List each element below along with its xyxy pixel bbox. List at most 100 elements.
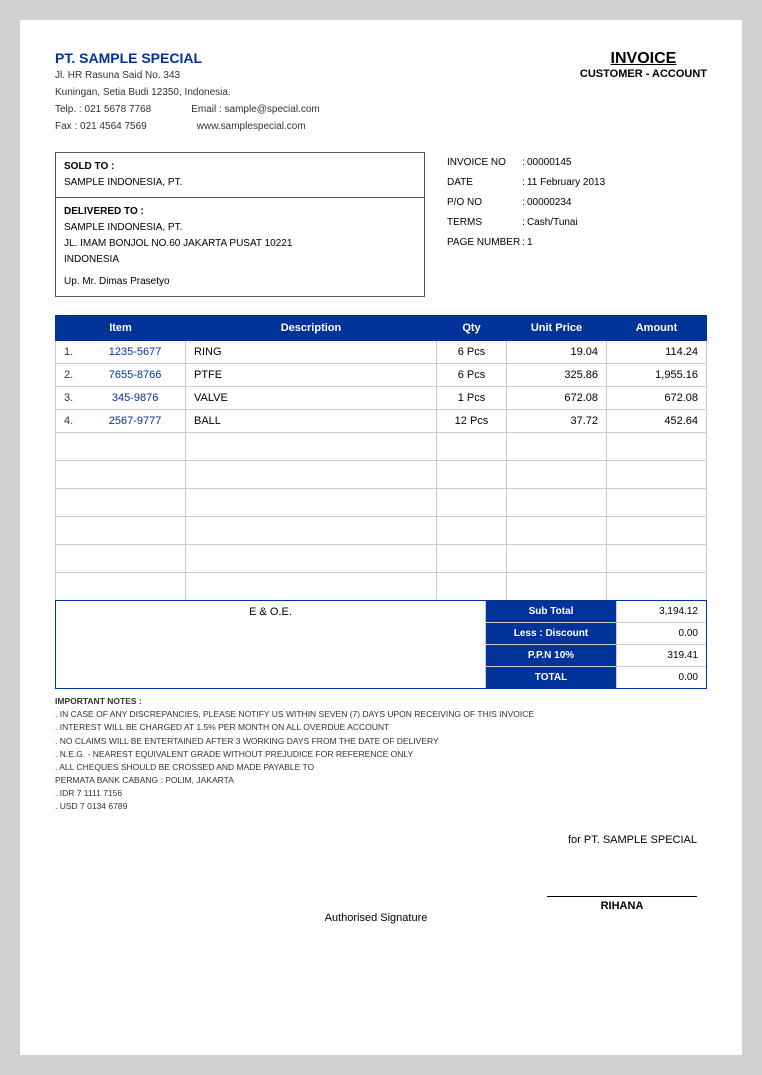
ppn-value: 319.41 — [616, 645, 706, 666]
po-label: P/O NO — [447, 194, 520, 212]
empty-price — [507, 461, 607, 489]
amount-cell: 672.08 — [607, 387, 707, 410]
empty-item — [56, 545, 186, 573]
signature-area: for PT. SAMPLE SPECIAL RIHANA Authorised… — [55, 834, 707, 924]
sold-to-box: SOLD TO : SAMPLE INDONESIA, PT. — [55, 152, 425, 198]
empty-item — [56, 517, 186, 545]
empty-desc — [186, 517, 437, 545]
table-row: 3. 345-9876 VALVE 1 Pcs 672.08 672.08 — [56, 387, 707, 410]
ppn-row: P.P.N 10% 319.41 — [486, 645, 706, 667]
notes-section: IMPORTANT NOTES : . IN CASE OF ANY DISCR… — [55, 695, 707, 814]
company-website: www.samplespecial.com — [197, 119, 306, 134]
item-cell: 1. 1235-5677 — [56, 341, 186, 364]
company-address2: Kuningan, Setia Budi 12350, Indonesia. — [55, 85, 707, 100]
item-number: 4. — [64, 415, 73, 427]
empty-amount — [607, 489, 707, 517]
empty-item — [56, 489, 186, 517]
unit-price-cell: 37.72 — [507, 410, 607, 433]
invoice-no-label: INVOICE NO — [447, 154, 520, 172]
col-header-unit-price: Unit Price — [507, 316, 607, 341]
colon1: : — [522, 154, 525, 172]
item-cell: 4. 2567-9777 — [56, 410, 186, 433]
note-line: . USD 7 0134 6789 — [55, 800, 707, 813]
po-value: 00000234 — [527, 194, 605, 212]
empty-row — [56, 517, 707, 545]
qty-cell: 1 Pcs — [437, 387, 507, 410]
empty-qty — [437, 461, 507, 489]
empty-amount — [607, 433, 707, 461]
terms-value: Cash/Tunai — [527, 214, 605, 232]
table-row: 4. 2567-9777 BALL 12 Pcs 37.72 452.64 — [56, 410, 707, 433]
address-section: SOLD TO : SAMPLE INDONESIA, PT. DELIVERE… — [55, 152, 707, 297]
signer-title: Authorised Signature — [55, 912, 697, 924]
empty-amount — [607, 573, 707, 601]
empty-price — [507, 433, 607, 461]
signer-name: RIHANA — [547, 896, 697, 912]
empty-qty — [437, 433, 507, 461]
empty-row — [56, 433, 707, 461]
empty-amount — [607, 461, 707, 489]
item-code: 1235-5677 — [109, 346, 162, 358]
delivered-to-box: DELIVERED TO : SAMPLE INDONESIA, PT. JL.… — [55, 198, 425, 297]
empty-amount — [607, 545, 707, 573]
empty-price — [507, 573, 607, 601]
sub-total-value: 3,194.12 — [616, 601, 706, 622]
amount-cell: 114.24 — [607, 341, 707, 364]
empty-row — [56, 573, 707, 601]
colon2: : — [522, 174, 525, 192]
empty-desc — [186, 545, 437, 573]
delivered-to-attn: Up. Mr. Dimas Prasetyo — [64, 274, 416, 290]
unit-price-cell: 672.08 — [507, 387, 607, 410]
col-header-amount: Amount — [607, 316, 707, 341]
signature-block: RIHANA Authorised Signature — [55, 896, 697, 924]
amount-cell: 1,955.16 — [607, 364, 707, 387]
total-row: TOTAL 0.00 — [486, 667, 706, 688]
invoice-title-block: INVOICE CUSTOMER - ACCOUNT — [580, 50, 707, 80]
col-header-item: Item — [56, 316, 186, 341]
invoice-title: INVOICE — [580, 50, 707, 68]
qty-cell: 6 Pcs — [437, 341, 507, 364]
totals-section: Sub Total 3,194.12 Less : Discount 0.00 … — [486, 601, 706, 688]
empty-qty — [437, 573, 507, 601]
unit-price-cell: 325.86 — [507, 364, 607, 387]
sold-to-name: SAMPLE INDONESIA, PT. — [64, 175, 416, 191]
total-label: TOTAL — [486, 667, 616, 688]
eoe-cell: E & O.E. — [56, 601, 486, 688]
amount-cell: 452.64 — [607, 410, 707, 433]
sub-total-label: Sub Total — [486, 601, 616, 622]
invoice-subtitle: CUSTOMER - ACCOUNT — [580, 68, 707, 80]
item-code: 7655-8766 — [109, 369, 162, 381]
unit-price-cell: 19.04 — [507, 341, 607, 364]
empty-qty — [437, 517, 507, 545]
colon4: : — [522, 214, 525, 232]
total-value: 0.00 — [616, 667, 706, 688]
note-line: . IDR 7 1111 7156 — [55, 787, 707, 800]
note-line: . IN CASE OF ANY DISCREPANCIES, PLEASE N… — [55, 708, 707, 721]
invoice-details: INVOICE NO : 00000145 DATE : 11 February… — [445, 152, 725, 297]
empty-desc — [186, 461, 437, 489]
item-code: 2567-9777 — [109, 415, 162, 427]
items-table: Item Description Qty Unit Price Amount 1… — [55, 315, 707, 601]
invoice-details-table: INVOICE NO : 00000145 DATE : 11 February… — [445, 152, 607, 254]
empty-desc — [186, 489, 437, 517]
delivered-to-label: DELIVERED TO : — [64, 204, 416, 220]
item-code: 345-9876 — [112, 392, 159, 404]
item-number: 2. — [64, 369, 73, 381]
invoice-no-value: 00000145 — [527, 154, 605, 172]
important-notes: IMPORTANT NOTES : . IN CASE OF ANY DISCR… — [55, 695, 707, 814]
empty-row — [56, 461, 707, 489]
ppn-label: P.P.N 10% — [486, 645, 616, 666]
empty-row — [56, 489, 707, 517]
col-header-qty: Qty — [437, 316, 507, 341]
sold-to-label: SOLD TO : — [64, 159, 416, 175]
empty-item — [56, 573, 186, 601]
company-email: Email : sample@special.com — [191, 102, 320, 117]
for-company: for PT. SAMPLE SPECIAL — [55, 834, 697, 846]
description-cell: BALL — [186, 410, 437, 433]
discount-row: Less : Discount 0.00 — [486, 623, 706, 645]
item-number: 1. — [64, 346, 73, 358]
company-telp: Telp. : 021 5678 7768 — [55, 102, 151, 117]
detail-row-invoice-no: INVOICE NO : 00000145 — [447, 154, 605, 172]
page-label: PAGE NUMBER — [447, 234, 520, 252]
empty-row — [56, 545, 707, 573]
